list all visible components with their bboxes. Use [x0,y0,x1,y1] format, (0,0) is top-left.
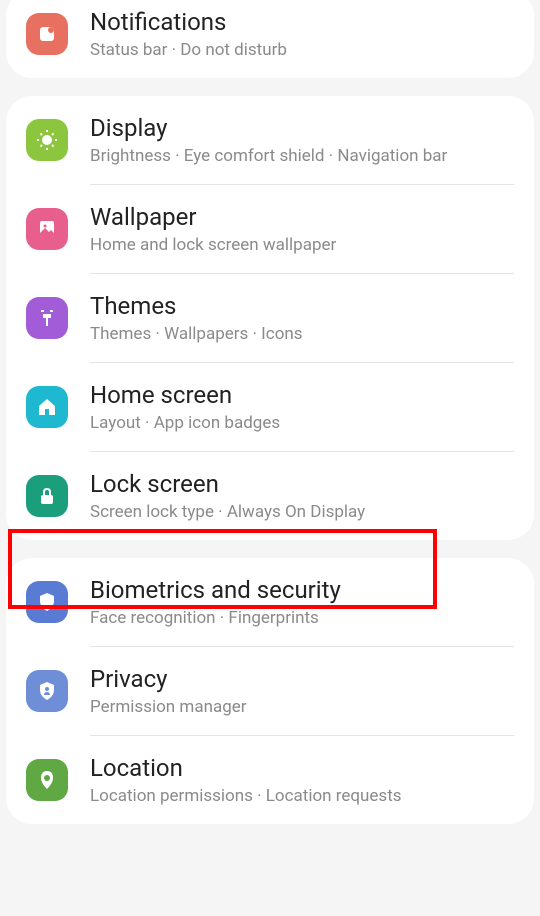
settings-item-biometrics[interactable]: Biometrics and security Face recognition … [6,558,534,646]
settings-item-themes[interactable]: Themes Themes · Wallpapers · Icons [6,274,534,362]
settings-item-lock-screen[interactable]: Lock screen Screen lock type · Always On … [6,452,534,540]
settings-item-title: Themes [90,292,514,320]
settings-item-subtitle: Layout · App icon badges [90,413,514,433]
themes-icon [26,297,68,339]
notification-icon [26,13,68,55]
settings-group: Notifications Status bar · Do not disturb [6,0,534,78]
settings-item-title: Lock screen [90,470,514,498]
settings-item-title: Privacy [90,665,514,693]
location-icon [26,759,68,801]
settings-item-home-screen[interactable]: Home screen Layout · App icon badges [6,363,534,451]
settings-item-title: Display [90,114,514,142]
settings-item-title: Notifications [90,8,514,36]
settings-item-subtitle: Permission manager [90,697,514,717]
settings-item-display[interactable]: Display Brightness · Eye comfort shield ·… [6,96,534,184]
settings-item-notifications[interactable]: Notifications Status bar · Do not disturb [6,0,534,78]
settings-group: Display Brightness · Eye comfort shield ·… [6,96,534,540]
lock-icon [26,475,68,517]
settings-item-subtitle: Brightness · Eye comfort shield · Naviga… [90,146,514,166]
settings-item-location[interactable]: Location Location permissions · Location … [6,736,534,824]
settings-item-wallpaper[interactable]: Wallpaper Home and lock screen wallpaper [6,185,534,273]
settings-item-title: Biometrics and security [90,576,514,604]
settings-group: Biometrics and security Face recognition … [6,558,534,824]
settings-item-subtitle: Status bar · Do not disturb [90,40,514,60]
brightness-icon [26,119,68,161]
wallpaper-icon [26,208,68,250]
settings-item-subtitle: Themes · Wallpapers · Icons [90,324,514,344]
settings-item-title: Home screen [90,381,514,409]
settings-item-title: Wallpaper [90,203,514,231]
privacy-icon [26,670,68,712]
settings-item-subtitle: Screen lock type · Always On Display [90,502,514,522]
home-icon [26,386,68,428]
settings-item-subtitle: Location permissions · Location requests [90,786,514,806]
settings-item-subtitle: Home and lock screen wallpaper [90,235,514,255]
settings-item-privacy[interactable]: Privacy Permission manager [6,647,534,735]
settings-item-title: Location [90,754,514,782]
settings-item-subtitle: Face recognition · Fingerprints [90,608,514,628]
shield-icon [26,581,68,623]
